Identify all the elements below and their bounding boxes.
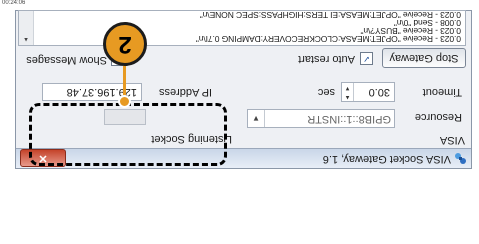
resource-select[interactable]: GPIB8::1::INSTR ▼	[247, 109, 395, 128]
resource-label: Resource	[414, 111, 462, 123]
message-log[interactable]: 0.023 - Receive "OPJET:MEASA:CLOCKRECOVE…	[18, 10, 466, 46]
stop-gateway-label: Stop Gateway	[389, 52, 459, 64]
timeout-unit-label: sec	[317, 86, 335, 98]
timeout-label: Timeout	[422, 86, 462, 98]
stage: VISA Socket Gateway, 1.6 ✕ VISA Listenin…	[0, 0, 479, 244]
chevron-down-icon[interactable]: ▼	[248, 110, 265, 127]
ip-address-label: IP Address	[159, 86, 212, 98]
socket-app-icon	[454, 152, 467, 165]
log-scrollbar[interactable]: ▲	[19, 11, 34, 45]
spin-down-icon[interactable]: ▼	[342, 83, 353, 92]
resource-value: GPIB8::1::INSTR	[307, 113, 391, 125]
callout-badge: 2	[103, 22, 147, 66]
auto-restart-label: Auto restart	[298, 53, 355, 65]
callout-anchor-dot	[118, 95, 131, 108]
timeout-value: 30.0	[368, 86, 390, 98]
callout-highlight-box	[29, 103, 227, 166]
timeout-input[interactable]: 30.0 ▲ ▼	[341, 82, 395, 102]
show-messages-label: Show Messages	[26, 54, 107, 66]
timeout-spinner[interactable]: ▲ ▼	[342, 83, 354, 101]
spin-up-icon[interactable]: ▲	[342, 92, 353, 101]
scroll-up-icon[interactable]: ▲	[19, 34, 33, 44]
window-title: VISA Socket Gateway, 1.6	[322, 153, 451, 165]
auto-restart-checkbox[interactable]: ✓	[360, 52, 373, 65]
visa-section-label: VISA	[439, 134, 465, 146]
callout-number: 2	[118, 31, 132, 58]
log-line: 0.023 - Receive "OPJET:MEASA:EI TERS:HIG…	[199, 10, 461, 20]
stop-gateway-button[interactable]: Stop Gateway	[382, 48, 466, 68]
